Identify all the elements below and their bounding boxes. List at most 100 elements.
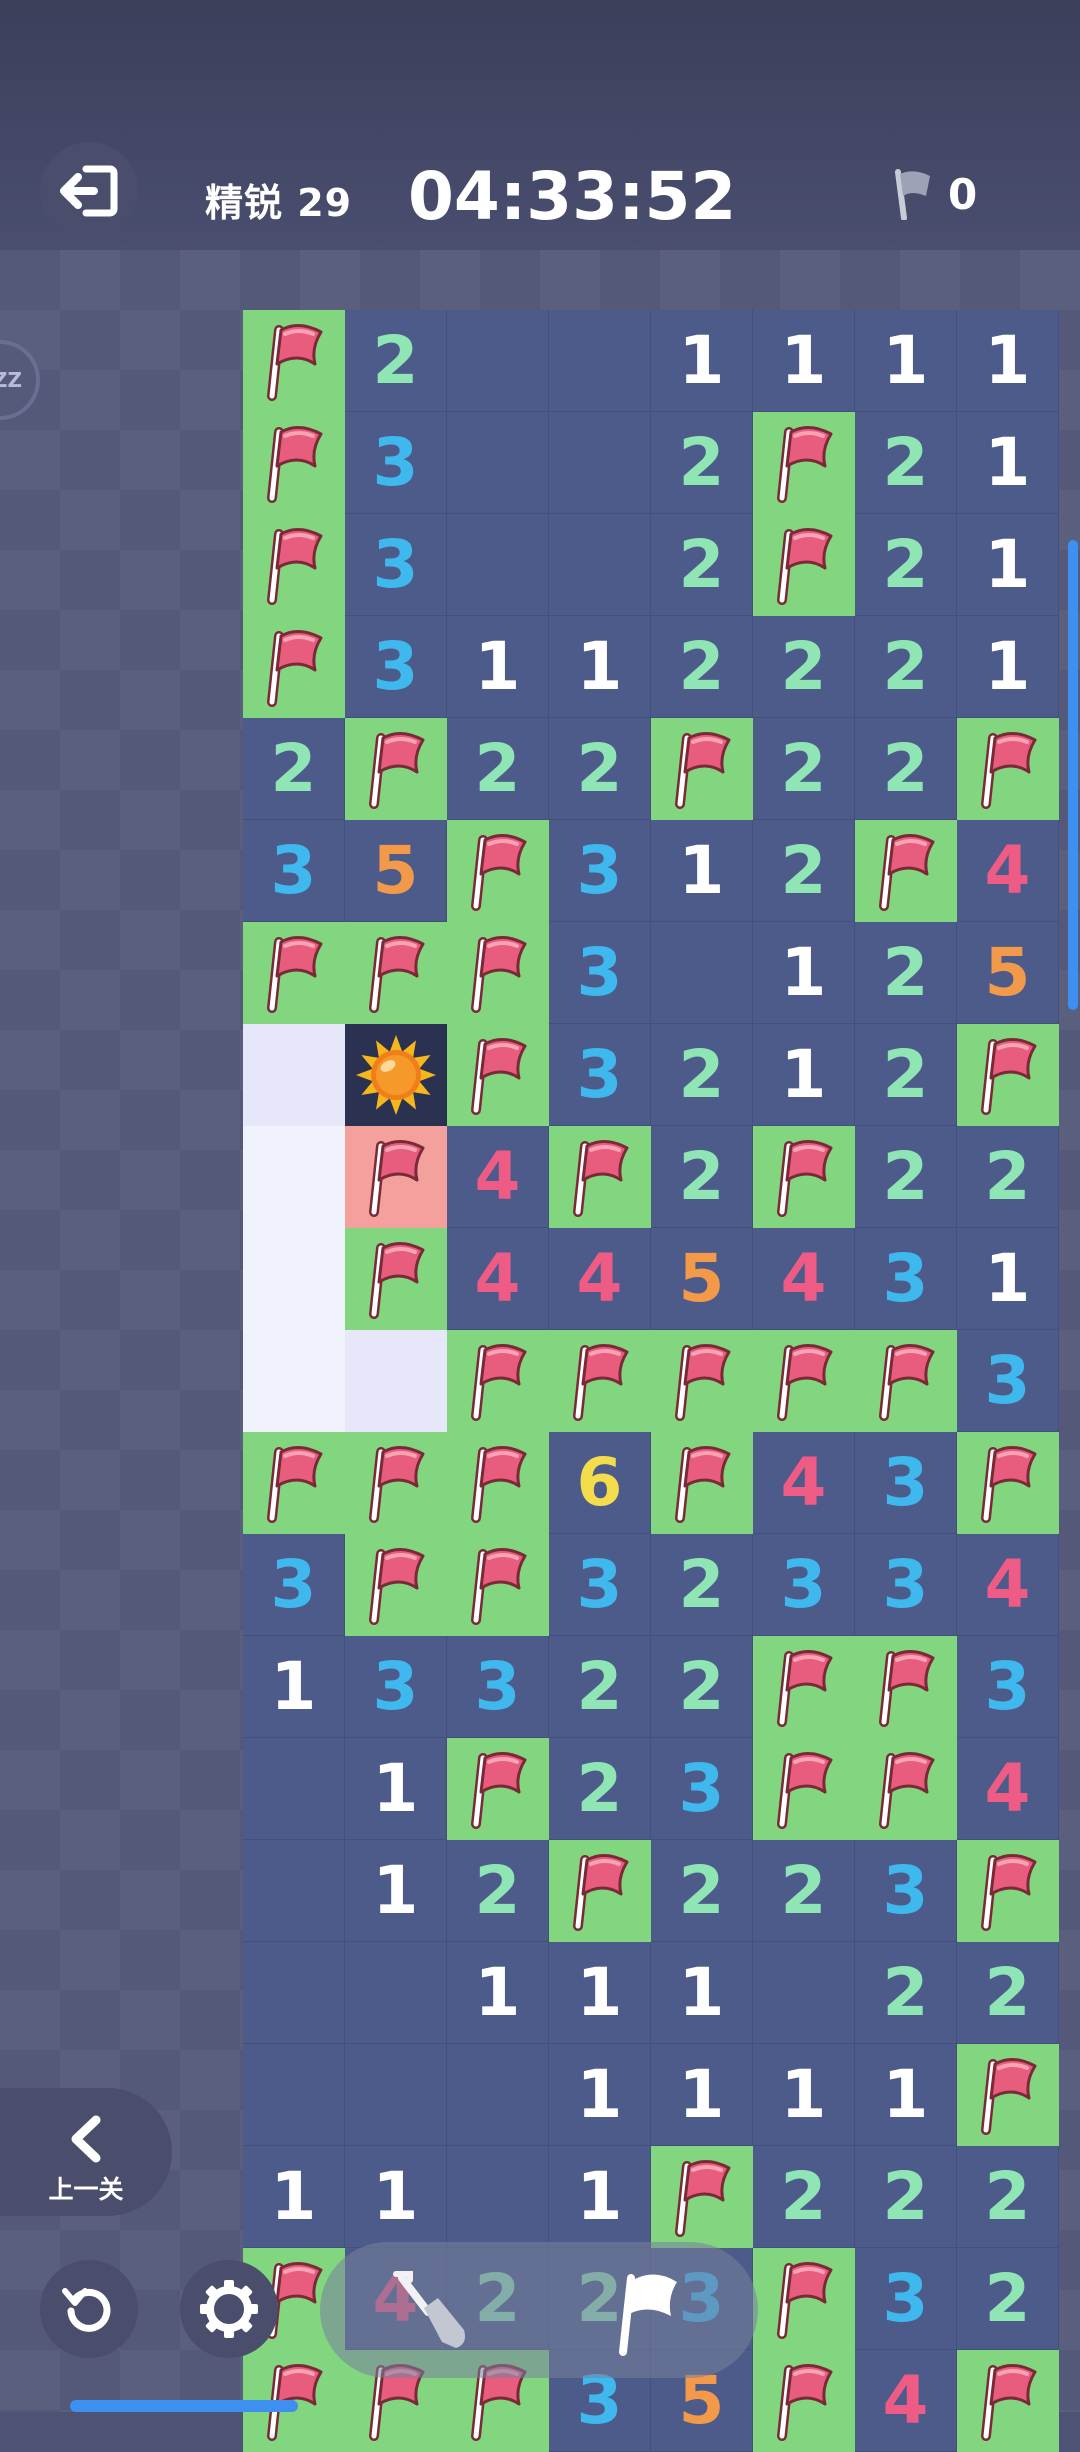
number-cell[interactable]: 2	[855, 2146, 957, 2248]
number-cell[interactable]: 2	[345, 310, 447, 412]
unrevealed-cell[interactable]	[345, 1330, 447, 1432]
flagged-cell[interactable]	[855, 1738, 957, 1840]
number-cell[interactable]: 2	[651, 514, 753, 616]
number-cell[interactable]: 3	[345, 412, 447, 514]
number-cell[interactable]: 4	[957, 820, 1059, 922]
flagged-cell[interactable]	[855, 1330, 957, 1432]
number-cell[interactable]: 3	[753, 1534, 855, 1636]
flagged-cell[interactable]	[345, 1228, 447, 1330]
flag-tool-button[interactable]	[594, 2258, 704, 2368]
number-cell[interactable]: 1	[855, 310, 957, 412]
empty-cell[interactable]	[549, 310, 651, 412]
number-cell[interactable]: 1	[345, 1738, 447, 1840]
previous-level-button[interactable]: 上一关	[0, 2088, 172, 2216]
number-cell[interactable]: 2	[855, 616, 957, 718]
number-cell[interactable]: 1	[345, 1840, 447, 1942]
unrevealed-cell[interactable]	[243, 1024, 345, 1126]
number-cell[interactable]: 3	[957, 1330, 1059, 1432]
flagged-cell[interactable]	[957, 2350, 1059, 2452]
number-cell[interactable]: 2	[957, 1942, 1059, 2044]
number-cell[interactable]: 2	[549, 718, 651, 820]
number-cell[interactable]: 3	[957, 1636, 1059, 1738]
number-cell[interactable]: 4	[447, 1228, 549, 1330]
number-cell[interactable]: 2	[753, 820, 855, 922]
empty-cell[interactable]	[447, 310, 549, 412]
flagged-cell[interactable]	[753, 2248, 855, 2350]
flagged-cell[interactable]	[447, 1024, 549, 1126]
flagged-cell[interactable]	[753, 2350, 855, 2452]
flagged-cell[interactable]	[447, 1432, 549, 1534]
flagged-cell[interactable]	[855, 1636, 957, 1738]
flagged-cell[interactable]	[549, 1840, 651, 1942]
number-cell[interactable]: 2	[957, 2248, 1059, 2350]
number-cell[interactable]: 4	[753, 1228, 855, 1330]
number-cell[interactable]: 4	[753, 1432, 855, 1534]
flagged-cell[interactable]	[447, 820, 549, 922]
number-cell[interactable]: 2	[855, 1024, 957, 1126]
number-cell[interactable]: 4	[549, 1228, 651, 1330]
number-cell[interactable]: 3	[549, 1024, 651, 1126]
number-cell[interactable]: 1	[957, 310, 1059, 412]
shovel-tool-button[interactable]	[378, 2258, 488, 2368]
number-cell[interactable]: 2	[651, 1534, 753, 1636]
unrevealed-cell[interactable]	[243, 1330, 345, 1432]
number-cell[interactable]: 1	[549, 1942, 651, 2044]
number-cell[interactable]: 3	[345, 616, 447, 718]
number-cell[interactable]: 1	[753, 922, 855, 1024]
number-cell[interactable]: 2	[855, 514, 957, 616]
number-cell[interactable]: 3	[855, 1840, 957, 1942]
flagged-cell[interactable]	[957, 718, 1059, 820]
flagged-cell[interactable]	[345, 922, 447, 1024]
number-cell[interactable]: 2	[549, 1636, 651, 1738]
number-cell[interactable]: 2	[549, 1738, 651, 1840]
flagged-cell[interactable]	[753, 412, 855, 514]
unrevealed-cell[interactable]	[243, 1126, 345, 1228]
number-cell[interactable]: 2	[651, 1024, 753, 1126]
flagged-cell[interactable]	[753, 1126, 855, 1228]
number-cell[interactable]: 2	[651, 1840, 753, 1942]
flagged-cell[interactable]	[345, 718, 447, 820]
flagged-cell[interactable]	[651, 1330, 753, 1432]
number-cell[interactable]: 1	[549, 616, 651, 718]
number-cell[interactable]: 1	[345, 2146, 447, 2248]
number-cell[interactable]: 3	[855, 1432, 957, 1534]
number-cell[interactable]: 2	[753, 2146, 855, 2248]
number-cell[interactable]: 1	[957, 1228, 1059, 1330]
number-cell[interactable]: 3	[243, 820, 345, 922]
flagged-cell[interactable]	[651, 2146, 753, 2248]
flagged-cell[interactable]	[345, 1534, 447, 1636]
number-cell[interactable]: 1	[447, 616, 549, 718]
empty-cell[interactable]	[345, 1942, 447, 2044]
empty-cell[interactable]	[243, 1840, 345, 1942]
number-cell[interactable]: 2	[651, 616, 753, 718]
number-cell[interactable]: 5	[651, 1228, 753, 1330]
flagged-cell[interactable]	[243, 310, 345, 412]
exit-button[interactable]	[40, 142, 138, 240]
settings-button[interactable]	[180, 2260, 278, 2358]
number-cell[interactable]: 3	[651, 1738, 753, 1840]
flagged-cell[interactable]	[855, 820, 957, 922]
flagged-cell[interactable]	[957, 1432, 1059, 1534]
number-cell[interactable]: 5	[957, 922, 1059, 1024]
number-cell[interactable]: 3	[549, 1534, 651, 1636]
flagged-cell[interactable]	[243, 922, 345, 1024]
unrevealed-cell[interactable]	[243, 1228, 345, 1330]
empty-cell[interactable]	[243, 1738, 345, 1840]
number-cell[interactable]: 2	[957, 1126, 1059, 1228]
flagged-cell[interactable]	[447, 922, 549, 1024]
number-cell[interactable]: 1	[753, 310, 855, 412]
empty-cell[interactable]	[243, 2044, 345, 2146]
number-cell[interactable]: 1	[651, 1942, 753, 2044]
number-cell[interactable]: 4	[447, 1126, 549, 1228]
number-cell[interactable]: 1	[957, 514, 1059, 616]
number-cell[interactable]: 2	[957, 2146, 1059, 2248]
number-cell[interactable]: 3	[549, 922, 651, 1024]
number-cell[interactable]: 1	[753, 1024, 855, 1126]
number-cell[interactable]: 3	[243, 1534, 345, 1636]
number-cell[interactable]: 6	[549, 1432, 651, 1534]
number-cell[interactable]: 1	[957, 412, 1059, 514]
number-cell[interactable]: 4	[957, 1534, 1059, 1636]
number-cell[interactable]: 1	[957, 616, 1059, 718]
flagged-cell[interactable]	[447, 1534, 549, 1636]
number-cell[interactable]: 3	[345, 514, 447, 616]
